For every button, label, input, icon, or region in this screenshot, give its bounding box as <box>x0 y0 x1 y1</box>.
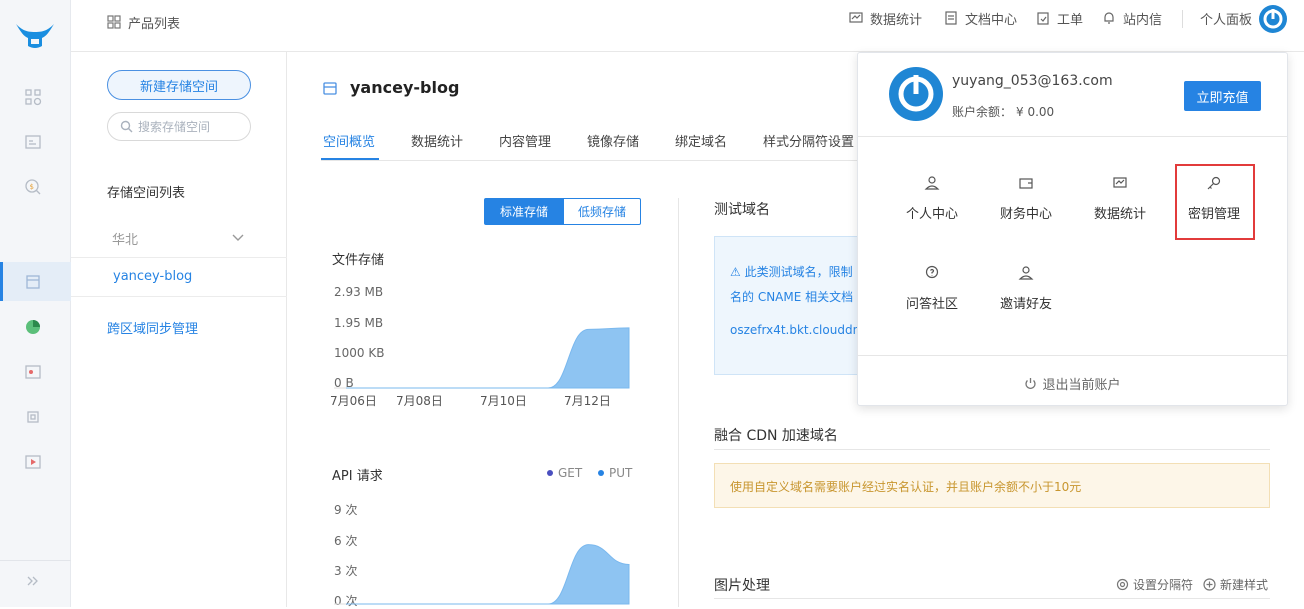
bucket-search-input[interactable]: 搜索存储空间 <box>107 112 251 141</box>
messages-label: 站内信 <box>1123 12 1163 28</box>
chevron-down-icon[interactable] <box>231 230 245 244</box>
video-icon[interactable] <box>24 453 42 471</box>
billing-icon[interactable]: $ <box>24 178 42 196</box>
highlight-box <box>1175 164 1255 240</box>
recharge-button[interactable]: 立即充值 <box>1184 81 1261 111</box>
clipboard-icon <box>1037 12 1049 25</box>
warning-text: ⚠ 此类测试域名，限制 <box>730 265 853 279</box>
logo-icon[interactable] <box>14 22 56 50</box>
bucket-title: yancey-blog <box>350 78 460 97</box>
bucket-item-yancey-blog[interactable]: yancey-blog <box>113 269 192 284</box>
api-chart-title: API 请求 <box>332 469 383 484</box>
svg-text:$: $ <box>30 183 34 191</box>
personal-panel-link[interactable]: 个人面板 <box>1200 0 1252 36</box>
test-domain-title: 测试域名 <box>714 202 770 218</box>
storage-xtick: 7月10日 <box>480 394 527 408</box>
storage-xtick: 7月12日 <box>564 394 611 408</box>
tab-domain[interactable]: 绑定域名 <box>675 131 727 150</box>
storage-xtick: 7月08日 <box>396 394 443 408</box>
user-email: yuyang_053@163.com <box>952 73 1113 89</box>
new-style-button[interactable]: 新建样式 <box>1203 576 1268 593</box>
cross-region-sync-link[interactable]: 跨区域同步管理 <box>107 318 198 337</box>
chart-icon <box>1113 177 1127 188</box>
user-avatar-icon <box>889 67 943 121</box>
bucket-list-title: 存储空间列表 <box>107 186 186 201</box>
product-list-label: 产品列表 <box>128 16 181 32</box>
tab-content[interactable]: 内容管理 <box>499 131 551 150</box>
plus-circle-icon <box>1203 578 1216 591</box>
power-icon <box>1025 378 1037 389</box>
bucket-icon <box>322 80 338 96</box>
test-domain-box: ⚠ 此类测试域名，限制 名的 CNAME 相关文档 oszefrx4t.bkt.… <box>714 236 864 375</box>
tab-statistics[interactable]: 数据统计 <box>411 131 463 150</box>
stats-label: 数据统计 <box>870 12 923 28</box>
cdn-notice: 使用自定义域名需要账户经过实名认证，并且账户余额不小于10元 <box>714 463 1270 508</box>
top-bar: 产品列表 数据统计 文档中心 工单 站内信 个人面板 <box>71 0 1304 52</box>
messages-link[interactable]: 站内信 <box>1102 0 1162 36</box>
grid-icon <box>107 15 121 29</box>
chip-icon[interactable] <box>24 408 42 426</box>
bucket-panel: 新建存储空间 搜索存储空间 存储空间列表 华北 yancey-blog 跨区域同… <box>71 52 287 607</box>
api-put-area <box>346 544 630 605</box>
storage-ytick: 2.93 MB <box>334 285 384 299</box>
side-rail: $ <box>0 0 71 607</box>
media-icon[interactable] <box>24 363 42 381</box>
cdn-domain-title: 融合 CDN 加速域名 <box>714 428 838 444</box>
user-add-icon <box>1018 266 1034 280</box>
user-icon <box>924 176 940 190</box>
cdn-icon[interactable] <box>24 318 42 336</box>
storage-chart-title: 文件存储 <box>332 253 385 268</box>
docs-label: 文档中心 <box>965 12 1018 28</box>
menu-finance-center[interactable]: 财务中心 <box>986 175 1066 222</box>
storage-area <box>345 327 630 389</box>
menu-statistics[interactable]: 数据统计 <box>1080 175 1160 222</box>
menu-invite-friends[interactable]: 邀请好友 <box>986 265 1066 312</box>
test-domain-value[interactable]: oszefrx4t.bkt.clouddn <box>730 323 860 337</box>
avatar-icon[interactable] <box>1259 5 1287 33</box>
region-label: 华北 <box>112 233 139 248</box>
personal-panel-label: 个人面板 <box>1200 12 1253 28</box>
search-placeholder: 搜索存储空间 <box>138 120 211 134</box>
menu-personal-center[interactable]: 个人中心 <box>892 175 972 222</box>
new-bucket-button[interactable]: 新建存储空间 <box>107 70 251 100</box>
docs-link[interactable]: 文档中心 <box>944 0 1017 36</box>
search-icon <box>120 120 133 133</box>
wallet-icon <box>1019 178 1033 189</box>
tab-separator[interactable]: 样式分隔符设置 <box>763 131 854 150</box>
tickets-label: 工单 <box>1057 12 1084 28</box>
balance-value: ¥ 0.00 <box>1016 105 1055 119</box>
storage-icon[interactable] <box>24 273 42 291</box>
expand-icon[interactable] <box>24 572 42 590</box>
gear-icon <box>1116 578 1129 591</box>
question-bubble-icon <box>925 265 939 279</box>
infrequent-storage-toggle[interactable]: 低频存储 <box>563 198 641 225</box>
legend-put: PUT <box>598 466 632 480</box>
tab-overview[interactable]: 空间概览 <box>323 131 375 150</box>
storage-area-chart <box>334 327 630 389</box>
personal-panel-dropdown: yuyang_053@163.com 账户余额： ¥ 0.00 立即充值 个人中心… <box>857 52 1288 406</box>
set-separator-button[interactable]: 设置分隔符 <box>1116 576 1193 593</box>
id-card-icon[interactable] <box>24 133 42 151</box>
logout-button[interactable]: 退出当前账户 <box>858 374 1287 393</box>
menu-qa-community[interactable]: 问答社区 <box>892 265 972 312</box>
storage-xtick: 7月06日 <box>330 394 377 408</box>
balance-row: 账户余额： ¥ 0.00 <box>952 105 1055 119</box>
api-area-chart <box>334 544 630 605</box>
tickets-link[interactable]: 工单 <box>1036 0 1083 36</box>
stats-link[interactable]: 数据统计 <box>849 0 922 36</box>
cname-doc-link[interactable]: 名的 CNAME 相关文档 <box>730 288 853 305</box>
tab-mirror[interactable]: 镜像存储 <box>587 131 639 150</box>
image-processing-title: 图片处理 <box>714 578 770 594</box>
chart-icon <box>849 12 863 23</box>
grid-icon[interactable] <box>24 88 42 106</box>
standard-storage-toggle[interactable]: 标准存储 <box>484 198 564 225</box>
document-icon <box>945 11 957 25</box>
legend-get: GET <box>547 466 582 480</box>
product-list-link[interactable]: 产品列表 <box>107 4 180 40</box>
bell-icon <box>1104 12 1114 24</box>
